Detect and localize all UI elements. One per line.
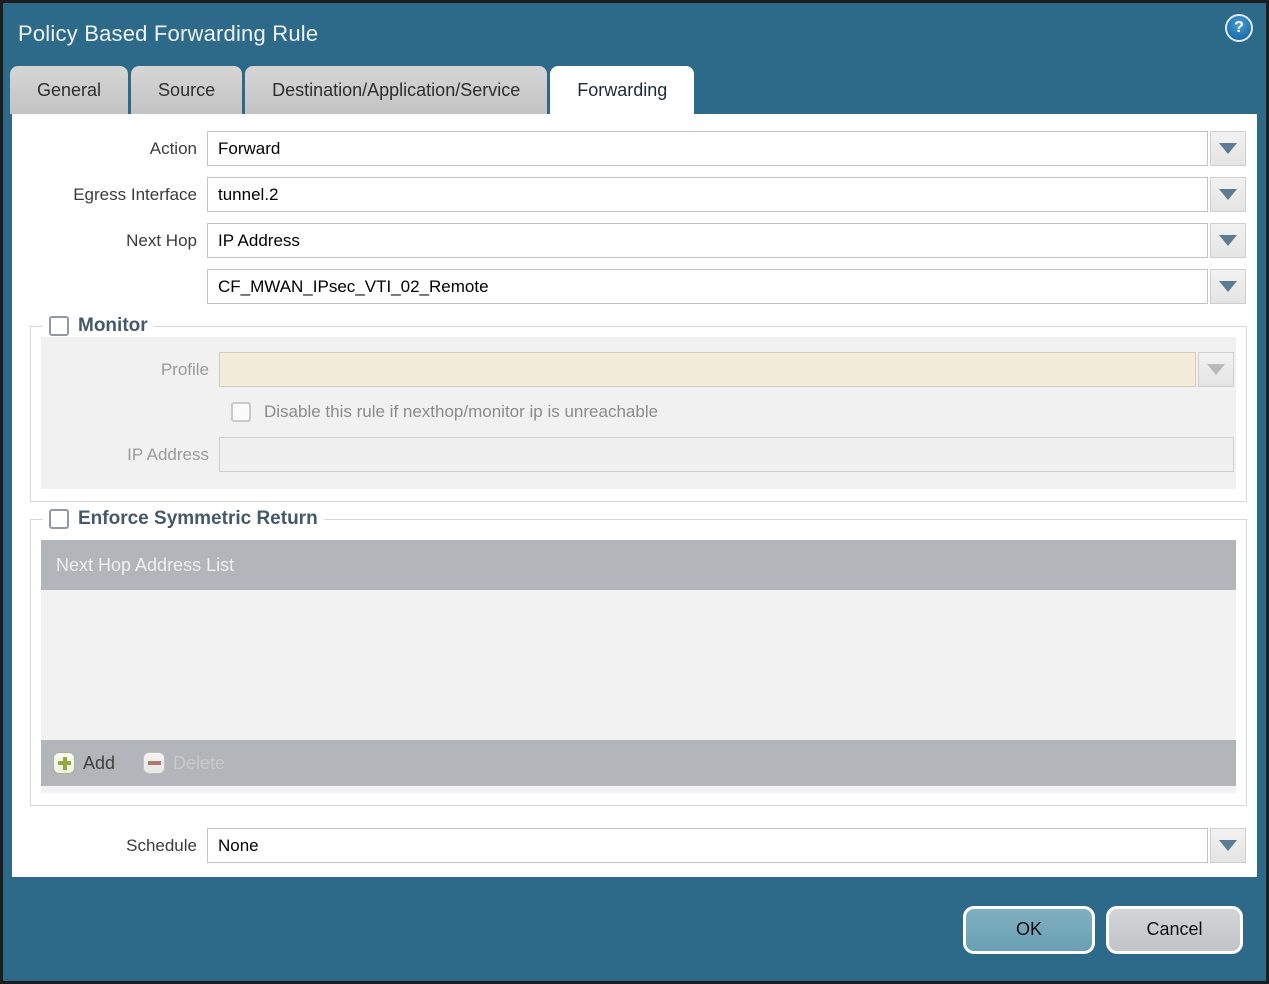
monitor-ip-address-label: IP Address [127, 444, 209, 464]
monitor-ip-address-input [219, 437, 1234, 472]
disable-rule-row: Disable this rule if nexthop/monitor ip … [231, 402, 1236, 422]
ok-button[interactable]: OK [963, 905, 1095, 954]
next-hop-dropdown-button[interactable] [1210, 223, 1246, 258]
next-hop-combo [207, 223, 1246, 258]
egress-interface-input[interactable] [207, 177, 1208, 212]
next-hop-address-list-header: Next Hop Address List [41, 540, 1236, 590]
minus-icon [143, 752, 166, 774]
plus-icon [53, 752, 75, 774]
tab-forwarding[interactable]: Forwarding [550, 66, 695, 114]
action-input[interactable] [207, 131, 1208, 166]
table-bottom-strip [41, 786, 1236, 793]
pbf-rule-dialog: Policy Based Forwarding Rule ? General S… [0, 0, 1269, 984]
egress-interface-combo [207, 177, 1246, 212]
schedule-label: Schedule [126, 835, 197, 855]
egress-interface-label: Egress Interface [73, 184, 197, 204]
add-button[interactable]: Add [53, 752, 115, 774]
disable-rule-label: Disable this rule if nexthop/monitor ip … [264, 402, 659, 421]
monitor-checkbox[interactable] [49, 316, 69, 336]
action-label: Action [149, 138, 197, 158]
add-button-label: Add [83, 752, 116, 773]
chevron-down-icon [1219, 840, 1237, 851]
enforce-symmetric-return-title: Enforce Symmetric Return [78, 508, 318, 529]
tab-source[interactable]: Source [131, 66, 243, 114]
chevron-down-icon [1219, 235, 1237, 246]
next-hop-address-list-table: Next Hop Address List Add Delete [41, 540, 1236, 793]
enforce-symmetric-return-checkbox[interactable] [49, 509, 69, 529]
profile-dropdown-button [1198, 352, 1234, 387]
chevron-down-icon [1207, 364, 1225, 375]
monitor-ip-address-row: IP Address [41, 437, 1236, 472]
schedule-dropdown-button[interactable] [1210, 828, 1246, 863]
egress-interface-row: Egress Interface [12, 177, 1257, 212]
tab-content-forwarding: Action Egress Interface Next Hop [12, 114, 1257, 877]
next-hop-type-input[interactable] [207, 223, 1208, 258]
action-combo [207, 131, 1246, 166]
profile-combo [219, 352, 1234, 387]
schedule-row: Schedule [12, 828, 1257, 863]
egress-interface-dropdown-button[interactable] [1210, 177, 1246, 212]
profile-label: Profile [160, 359, 209, 379]
monitor-legend: Monitor [43, 315, 154, 337]
enforce-symmetric-return-legend: Enforce Symmetric Return [43, 508, 324, 530]
schedule-combo [207, 828, 1246, 863]
tab-general[interactable]: General [10, 66, 129, 114]
dialog-title: Policy Based Forwarding Rule [18, 21, 319, 46]
action-row: Action [12, 131, 1257, 166]
profile-input [219, 352, 1196, 387]
monitor-panel: Profile Disable this rule if nexthop/mon… [41, 337, 1236, 489]
next-hop-address-combo [207, 269, 1246, 304]
next-hop-address-dropdown-button[interactable] [1210, 269, 1246, 304]
tab-bar: General Source Destination/Application/S… [3, 65, 1266, 114]
profile-row: Profile [41, 352, 1236, 387]
delete-button: Delete [143, 752, 225, 774]
help-icon[interactable]: ? [1225, 14, 1253, 42]
action-dropdown-button[interactable] [1210, 131, 1246, 166]
monitor-ip-address-combo [219, 437, 1234, 472]
monitor-title: Monitor [78, 315, 148, 336]
next-hop-address-input[interactable] [207, 269, 1208, 304]
cancel-button[interactable]: Cancel [1106, 905, 1243, 954]
enforce-symmetric-return-section: Enforce Symmetric Return Next Hop Addres… [30, 508, 1247, 806]
schedule-input[interactable] [207, 828, 1208, 863]
chevron-down-icon [1219, 189, 1237, 200]
next-hop-address-list-body[interactable] [41, 590, 1236, 740]
delete-button-label: Delete [173, 752, 226, 773]
next-hop-address-row [12, 269, 1257, 304]
chevron-down-icon [1219, 143, 1237, 154]
dialog-titlebar: Policy Based Forwarding Rule ? [3, 3, 1266, 65]
next-hop-address-list-toolbar: Add Delete [41, 740, 1236, 786]
tab-destination-application-service[interactable]: Destination/Application/Service [245, 66, 548, 114]
dialog-footer: OK Cancel [3, 878, 1266, 981]
disable-rule-checkbox [231, 402, 251, 422]
monitor-section: Monitor Profile Disable this rule if nex… [30, 315, 1247, 502]
next-hop-row: Next Hop [12, 223, 1257, 258]
next-hop-label: Next Hop [126, 230, 197, 250]
chevron-down-icon [1219, 281, 1237, 292]
